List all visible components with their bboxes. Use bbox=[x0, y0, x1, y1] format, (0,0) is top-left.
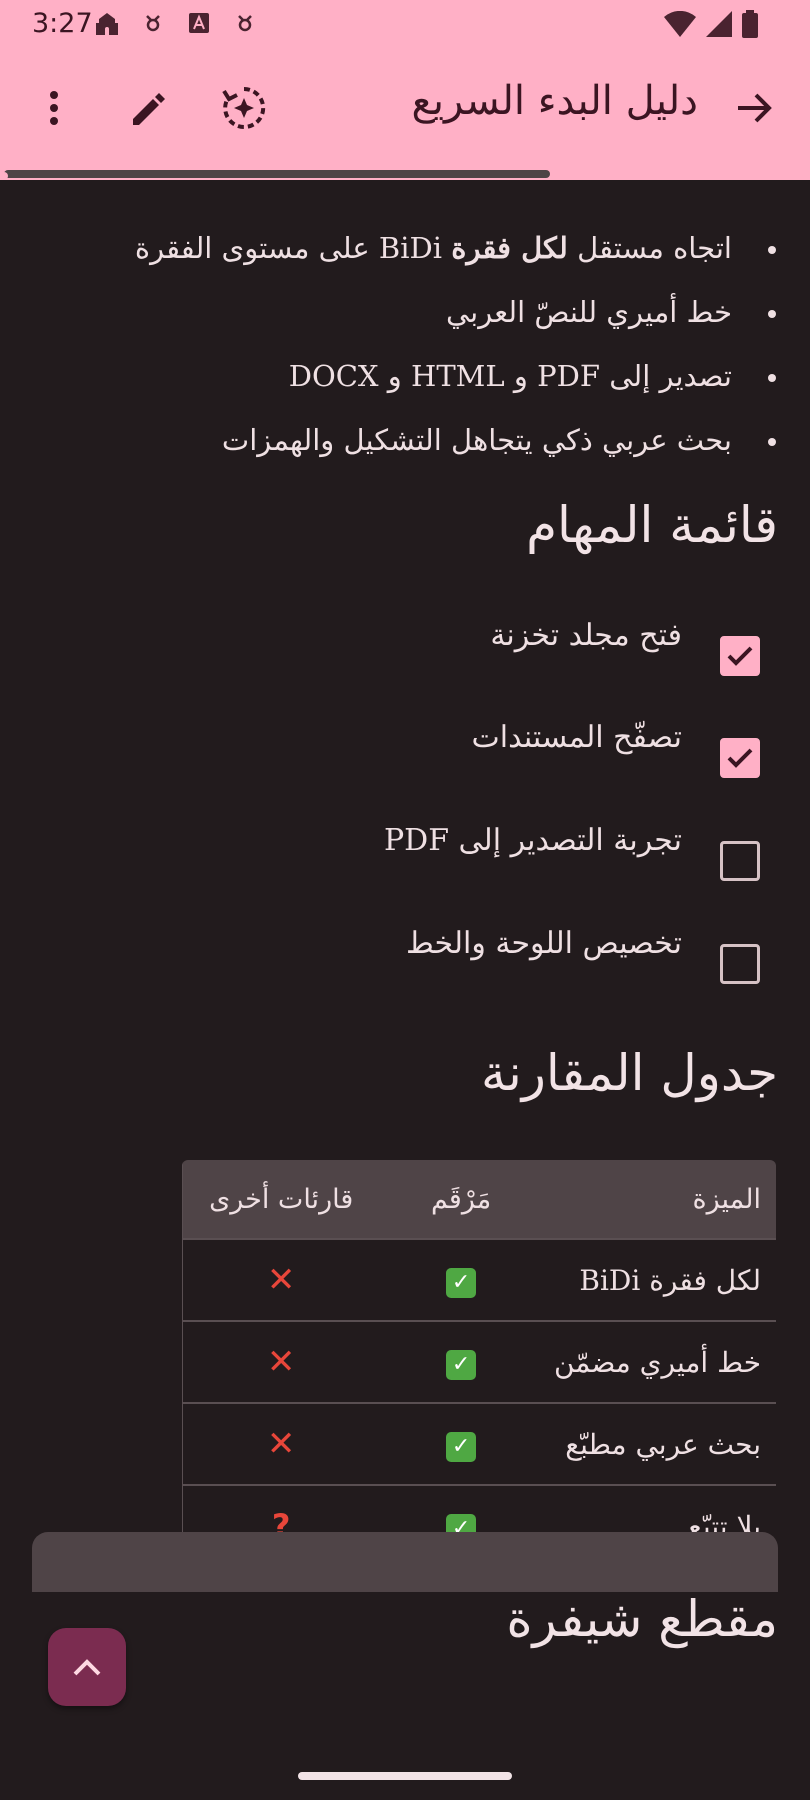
chevron-up-icon bbox=[73, 1659, 101, 1676]
document-content: اتجاه مستقل لكل فقرة BiDi على مستوى الفق… bbox=[0, 180, 810, 1750]
task-label: تصفّح المستندات bbox=[471, 720, 682, 755]
task-label: تخصيص اللوحة والخط bbox=[406, 926, 682, 961]
ours-cell: ✓ bbox=[379, 1402, 543, 1485]
list-item: بحث عربي ذكي يتجاهل التشكيل والهمزات bbox=[20, 408, 780, 472]
status-bar: 3:27 bbox=[0, 0, 810, 48]
ours-cell: ✓ bbox=[379, 1238, 543, 1321]
task-label: تجربة التصدير إلى PDF bbox=[383, 823, 682, 858]
others-cell: ✕ bbox=[182, 1320, 380, 1403]
column-header: قارئات أخرى bbox=[182, 1160, 380, 1239]
edit-icon bbox=[133, 93, 165, 125]
sparkle-rotate-icon bbox=[222, 86, 266, 129]
task-item: تخصيص اللوحة والخط bbox=[60, 926, 760, 1006]
feature-cell: لكل فقرة BiDi bbox=[542, 1238, 776, 1321]
status-notification-icons bbox=[94, 10, 258, 36]
task-checkbox[interactable] bbox=[720, 944, 760, 984]
feature-cell: بحث عربي مطبّع bbox=[542, 1402, 776, 1485]
column-header: مَرْقَم bbox=[379, 1160, 543, 1239]
task-checkbox[interactable] bbox=[720, 636, 760, 676]
progress-dot bbox=[774, 172, 782, 180]
table-row: بحث عربي مطبّع ✓ ✕ bbox=[182, 1402, 776, 1485]
cross-mark-icon: ✕ bbox=[266, 1260, 296, 1300]
scroll-to-top-button[interactable] bbox=[48, 1628, 126, 1706]
task-checkbox[interactable] bbox=[720, 841, 760, 881]
task-checkbox[interactable] bbox=[720, 738, 760, 778]
check-icon bbox=[727, 646, 753, 666]
comparison-table: الميزة مَرْقَم قارئات أخرى لكل فقرة BiDi… bbox=[180, 1158, 778, 1568]
task-item: تصفّح المستندات bbox=[60, 720, 760, 800]
app-bar: دليل البدء السريع bbox=[0, 50, 810, 170]
mosque-icon bbox=[94, 10, 120, 36]
column-header: الميزة bbox=[542, 1160, 776, 1239]
list-item: خط أميري للنصّ العربي bbox=[20, 280, 780, 344]
back-button[interactable] bbox=[726, 80, 782, 136]
list-item: تصدير إلى PDF و HTML و DOCX bbox=[20, 344, 780, 408]
ours-cell: ✓ bbox=[379, 1320, 543, 1403]
check-mark-icon: ✓ bbox=[446, 1267, 477, 1298]
check-mark-icon: ✓ bbox=[446, 1431, 477, 1462]
signal-icon bbox=[706, 11, 732, 37]
top-app-bar: 3:27 دليل البدء السريع bbox=[0, 0, 810, 180]
code-heading: مقطع شيفرة bbox=[506, 1590, 778, 1648]
features-list: اتجاه مستقل لكل فقرة BiDi على مستوى الفق… bbox=[20, 216, 780, 472]
others-cell: ✕ bbox=[182, 1402, 380, 1485]
cross-mark-icon: ✕ bbox=[266, 1424, 296, 1464]
table-heading: جدول المقارنة bbox=[481, 1044, 778, 1102]
code-block bbox=[32, 1532, 778, 1592]
page-title: دليل البدء السريع bbox=[411, 78, 698, 124]
table-header-row: الميزة مَرْقَم قارئات أخرى bbox=[182, 1160, 776, 1239]
task-label: فتح مجلد تخزنة bbox=[490, 618, 682, 653]
others-cell: ✕ bbox=[182, 1238, 380, 1321]
check-mark-icon: ✓ bbox=[446, 1349, 477, 1380]
more-options-button[interactable] bbox=[26, 80, 82, 136]
edit-button[interactable] bbox=[122, 80, 178, 136]
smart-action-button[interactable] bbox=[216, 80, 272, 136]
table-row: خط أميري مضمّن ✓ ✕ bbox=[182, 1320, 776, 1403]
table-row: لكل فقرة BiDi ✓ ✕ bbox=[182, 1238, 776, 1321]
task-item: تجربة التصدير إلى PDF bbox=[60, 823, 760, 903]
font-icon bbox=[186, 10, 212, 36]
tasks-heading: قائمة المهام bbox=[526, 496, 778, 554]
status-system-icons bbox=[664, 10, 758, 38]
feature-cell: خط أميري مضمّن bbox=[542, 1320, 776, 1403]
battery-icon bbox=[742, 10, 758, 38]
list-item: اتجاه مستقل لكل فقرة BiDi على مستوى الفق… bbox=[20, 216, 780, 280]
cross-mark-icon: ✕ bbox=[266, 1342, 296, 1382]
check-icon bbox=[727, 748, 753, 768]
task-item: فتح مجلد تخزنة bbox=[60, 618, 760, 698]
more-vertical-icon bbox=[50, 91, 58, 125]
arrow-right-icon bbox=[738, 93, 772, 123]
status-time: 3:27 bbox=[32, 8, 93, 39]
progress-dot bbox=[0, 172, 8, 180]
wifi-icon bbox=[664, 11, 696, 37]
notification-icon bbox=[232, 10, 258, 36]
notification-icon bbox=[140, 10, 166, 36]
reading-progress-track bbox=[4, 170, 550, 178]
gesture-navigation-bar[interactable] bbox=[298, 1772, 512, 1780]
